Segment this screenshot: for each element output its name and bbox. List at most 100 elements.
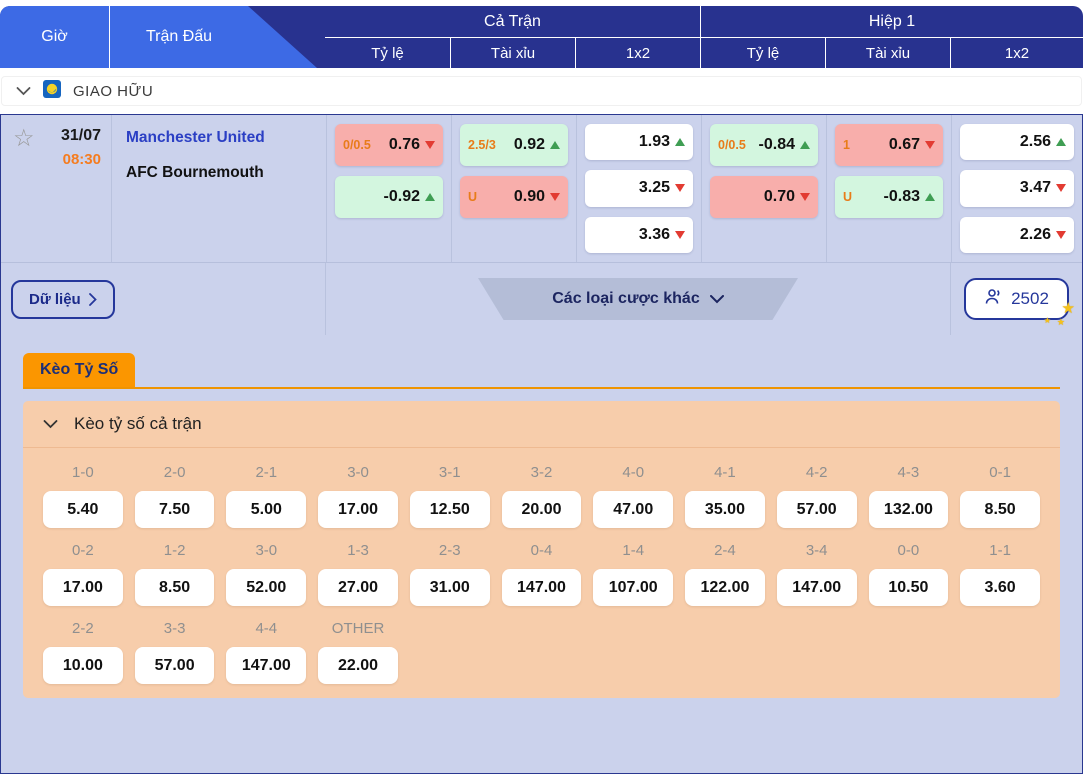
odds-cell[interactable]: 2.5/30.92: [460, 124, 568, 166]
score-odds-button[interactable]: 35.00: [685, 491, 765, 528]
score-cell: 1-13.60: [954, 542, 1046, 606]
data-button-label: Dữ liệu: [29, 291, 81, 308]
chevron-down-icon: [16, 87, 31, 96]
score-label: 3-2: [496, 464, 588, 481]
score-odds-button[interactable]: 17.00: [318, 491, 398, 528]
odds-cell[interactable]: 2.26: [960, 217, 1074, 253]
home-team[interactable]: Manchester United: [126, 129, 326, 147]
score-label: 2-1: [220, 464, 312, 481]
col-h1-overunder: Tài xỉu: [825, 38, 950, 68]
odds-column-ft-handicap: 0/0.50.76 -0.92: [326, 115, 451, 262]
away-team[interactable]: AFC Bournemouth: [126, 164, 326, 182]
odds-value: 2.26: [1020, 226, 1051, 244]
correct-score-panel: Kèo tỷ số cả trận 1-0 5.40 2-0 7.50 2-1 5.00 3…: [23, 401, 1060, 698]
tab-time[interactable]: Giờ: [0, 6, 110, 68]
favorite-star-icon[interactable]: ☆: [13, 127, 35, 262]
score-row: 0-217.001-28.503-052.001-327.002-331.000…: [37, 542, 1046, 606]
score-cell: 2-4 122.00: [679, 542, 771, 606]
odds-cell[interactable]: 3.47: [960, 170, 1074, 206]
score-odds-button[interactable]: 22.00: [318, 647, 398, 684]
score-odds-button[interactable]: 147.00: [502, 569, 582, 606]
odds-cell[interactable]: 0/0.5-0.84: [710, 124, 818, 166]
score-odds-button[interactable]: 12.50: [410, 491, 490, 528]
score-odds-button[interactable]: 3.60: [960, 569, 1040, 606]
score-odds-button[interactable]: 8.50: [960, 491, 1040, 528]
score-odds-button[interactable]: 10.00: [43, 647, 123, 684]
score-odds-button[interactable]: 5.40: [43, 491, 123, 528]
score-odds-button[interactable]: 147.00: [226, 647, 306, 684]
score-odds-button[interactable]: 10.50: [869, 569, 949, 606]
odds-column-h1-overunder: 10.67U-0.83: [826, 115, 951, 262]
score-cell: 2-0 7.50: [129, 464, 221, 528]
odds-cell[interactable]: 3.36: [585, 217, 693, 253]
score-odds-button[interactable]: 57.00: [777, 491, 857, 528]
score-odds-button[interactable]: 52.00: [226, 569, 306, 606]
score-odds-button[interactable]: 27.00: [318, 569, 398, 606]
score-cell: 3-1 12.50: [404, 464, 496, 528]
odds-cell[interactable]: U0.90: [460, 176, 568, 218]
score-label: 2-0: [129, 464, 221, 481]
score-odds-button[interactable]: 5.00: [226, 491, 306, 528]
score-odds-button[interactable]: 122.00: [685, 569, 765, 606]
odds-cell[interactable]: -0.92: [335, 176, 443, 218]
odds-cell[interactable]: 1.93: [585, 124, 693, 160]
odds-cell[interactable]: 2.56: [960, 124, 1074, 160]
score-odds-button[interactable]: 57.00: [135, 647, 215, 684]
col-h1-handicap: Tỷ lệ: [700, 38, 825, 68]
odds-column-h1-1x2: 2.56 3.47 2.26: [951, 115, 1082, 262]
odds-value: -0.84: [759, 136, 795, 154]
score-label: 3-3: [129, 620, 221, 637]
chevron-down-icon: [43, 420, 58, 429]
odds-cell[interactable]: 0/0.50.76: [335, 124, 443, 166]
score-cell: 4-4147.00: [220, 620, 312, 684]
odds-value: 0.70: [764, 188, 795, 206]
score-label: 3-0: [312, 464, 404, 481]
league-header[interactable]: GIAO HỮU: [1, 76, 1082, 106]
score-label: 1-3: [312, 542, 404, 559]
group-full-match: Cả Trận: [325, 6, 700, 37]
score-label: 0-4: [496, 542, 588, 559]
score-odds-button[interactable]: 20.00: [502, 491, 582, 528]
score-odds-button[interactable]: 31.00: [410, 569, 490, 606]
score-odds-button[interactable]: 8.50: [135, 569, 215, 606]
score-odds-button[interactable]: 107.00: [593, 569, 673, 606]
score-cell: 4-047.00: [587, 464, 679, 528]
score-odds-button[interactable]: 132.00: [869, 491, 949, 528]
viewers-count: 2502: [1011, 289, 1049, 309]
odds-value: 0.76: [389, 136, 420, 154]
odds-line-label: 1: [843, 138, 850, 152]
score-odds-button[interactable]: 17.00: [43, 569, 123, 606]
score-label: 1-0: [37, 464, 129, 481]
odds-value: 0.67: [889, 136, 920, 154]
odds-line-label: U: [843, 190, 852, 204]
trend-up-icon: [800, 141, 810, 149]
score-odds-button[interactable]: 47.00: [593, 491, 673, 528]
score-odds-button[interactable]: 147.00: [777, 569, 857, 606]
viewers-badge[interactable]: 2502 ★ ★ ★: [964, 278, 1069, 320]
score-odds-button[interactable]: 7.50: [135, 491, 215, 528]
match-panel: ☆ 31/07 08:30 Manchester United AFC Bour…: [0, 114, 1083, 774]
tab-match[interactable]: Trận Đấu: [110, 6, 248, 68]
score-label: 4-1: [679, 464, 771, 481]
odds-cell[interactable]: 10.67: [835, 124, 943, 166]
odds-cell[interactable]: 3.25: [585, 170, 693, 206]
score-label: 3-4: [771, 542, 863, 559]
score-cell: 3-052.00: [220, 542, 312, 606]
more-bets-dropdown[interactable]: Các loại cược khác: [478, 278, 798, 320]
score-cell: 3-2 20.00: [496, 464, 588, 528]
data-button[interactable]: Dữ liệu: [11, 280, 115, 319]
score-label: 3-1: [404, 464, 496, 481]
score-tabs-area: Kèo Tỷ Số: [1, 335, 1082, 389]
correct-score-section-header[interactable]: Kèo tỷ số cả trận: [23, 401, 1060, 448]
tab-correct-score[interactable]: Kèo Tỷ Số: [23, 353, 135, 387]
odds-column-h1-handicap: 0/0.5-0.84 0.70: [701, 115, 826, 262]
odds-cell[interactable]: U-0.83: [835, 176, 943, 218]
odds-value: 0.90: [514, 188, 545, 206]
odds-cell[interactable]: 0.70: [710, 176, 818, 218]
score-label: 4-2: [771, 464, 863, 481]
score-label: 2-4: [679, 542, 771, 559]
col-ft-overunder: Tài xỉu: [450, 38, 575, 68]
score-label: 0-1: [954, 464, 1046, 481]
match-time: 08:30: [61, 151, 101, 168]
score-cell: 3-4 147.00: [771, 542, 863, 606]
